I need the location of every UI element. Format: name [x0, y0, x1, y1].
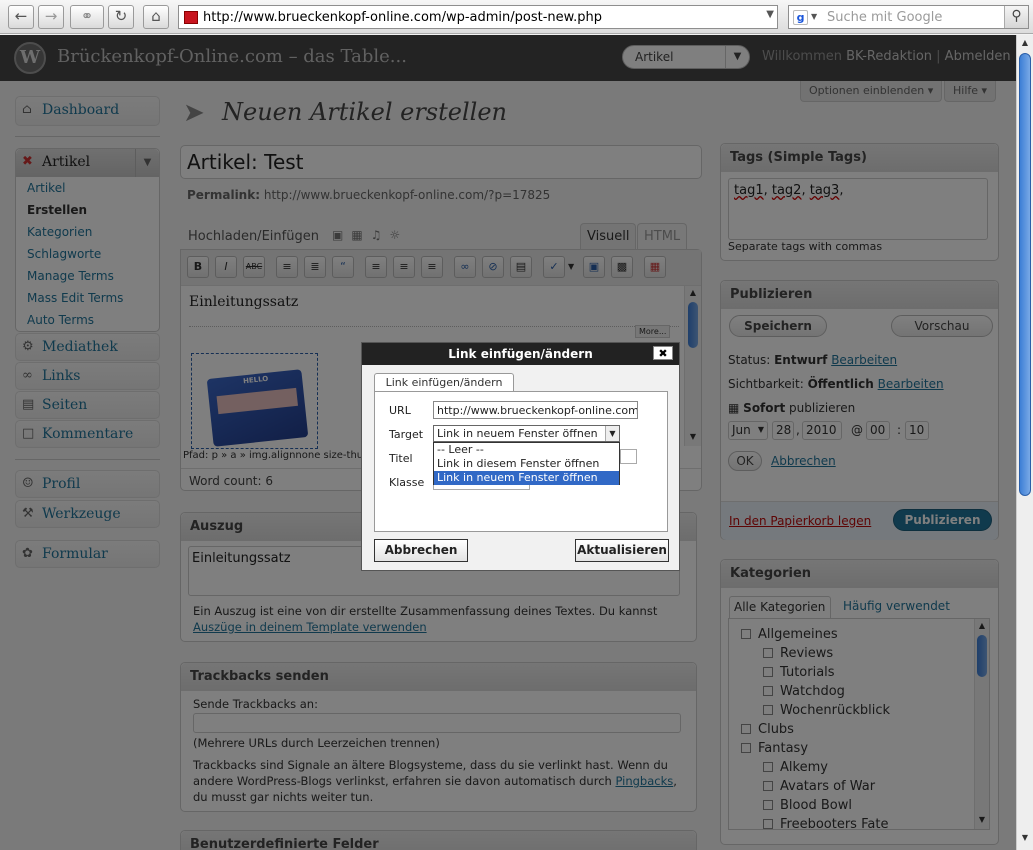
link-dialog: Link einfügen/ändern ✖ Link einfügen/änd… [361, 342, 680, 571]
dropdown-option[interactable]: -- Leer -- [434, 443, 619, 457]
scroll-down-icon[interactable]: ▼ [1019, 833, 1031, 845]
dropdown-option-selected[interactable]: Link in neuem Fenster öffnen [434, 471, 619, 485]
search-engine-dropdown-icon[interactable]: ▼ [811, 12, 817, 21]
forward-arrow-icon[interactable]: → [38, 5, 64, 29]
dialog-title[interactable]: Link einfügen/ändern [362, 343, 679, 365]
scroll-up-icon[interactable]: ▲ [1019, 38, 1031, 50]
url-history-dropdown-icon[interactable]: ▼ [766, 9, 774, 20]
close-icon[interactable]: ✖ [653, 346, 673, 360]
site-favicon-icon [184, 11, 198, 24]
key-icon[interactable]: ⚭ [70, 5, 104, 29]
dropdown-option[interactable]: Link in diesem Fenster öffnen [434, 457, 619, 471]
page-scrollbar[interactable]: ▲ ▼ [1016, 35, 1033, 850]
title-field[interactable] [620, 449, 637, 464]
cancel-button[interactable]: Abbrechen [374, 539, 468, 562]
url-text: http://www.brueckenkopf-online.com/wp-ad… [203, 10, 602, 25]
url-field[interactable]: http://www.brueckenkopf-online.com [433, 401, 638, 419]
dialog-panel: URL http://www.brueckenkopf-online.com T… [374, 391, 668, 532]
target-label: Target [389, 428, 424, 441]
page-scroll-thumb[interactable] [1019, 53, 1031, 496]
search-input[interactable]: g ▼ Suche mit Google ⚲ [788, 5, 1029, 29]
search-placeholder: Suche mit Google [827, 10, 943, 25]
reload-icon[interactable]: ↻ [108, 5, 134, 29]
home-icon[interactable]: ⌂ [143, 5, 169, 29]
address-bar[interactable]: http://www.brueckenkopf-online.com/wp-ad… [178, 5, 778, 29]
chevron-down-icon[interactable]: ▼ [605, 426, 619, 441]
url-label: URL [389, 404, 411, 417]
class-label: Klasse [389, 476, 425, 489]
target-select[interactable]: Link in neuem Fenster öffnen ▼ [433, 425, 620, 442]
google-icon[interactable]: g [793, 10, 808, 25]
title-label: Titel [389, 452, 413, 465]
back-arrow-icon[interactable]: ← [8, 5, 34, 29]
target-dropdown-list: -- Leer -- Link in diesem Fenster öffnen… [433, 442, 620, 485]
magnifier-icon[interactable]: ⚲ [1004, 6, 1028, 28]
update-button[interactable]: Aktualisieren [575, 539, 669, 562]
target-value: Link in neuem Fenster öffnen [437, 427, 598, 440]
dialog-tab[interactable]: Link einfügen/ändern [374, 373, 514, 392]
browser-toolbar: ← → ⚭ ↻ ⌂ http://www.brueckenkopf-online… [0, 0, 1033, 34]
